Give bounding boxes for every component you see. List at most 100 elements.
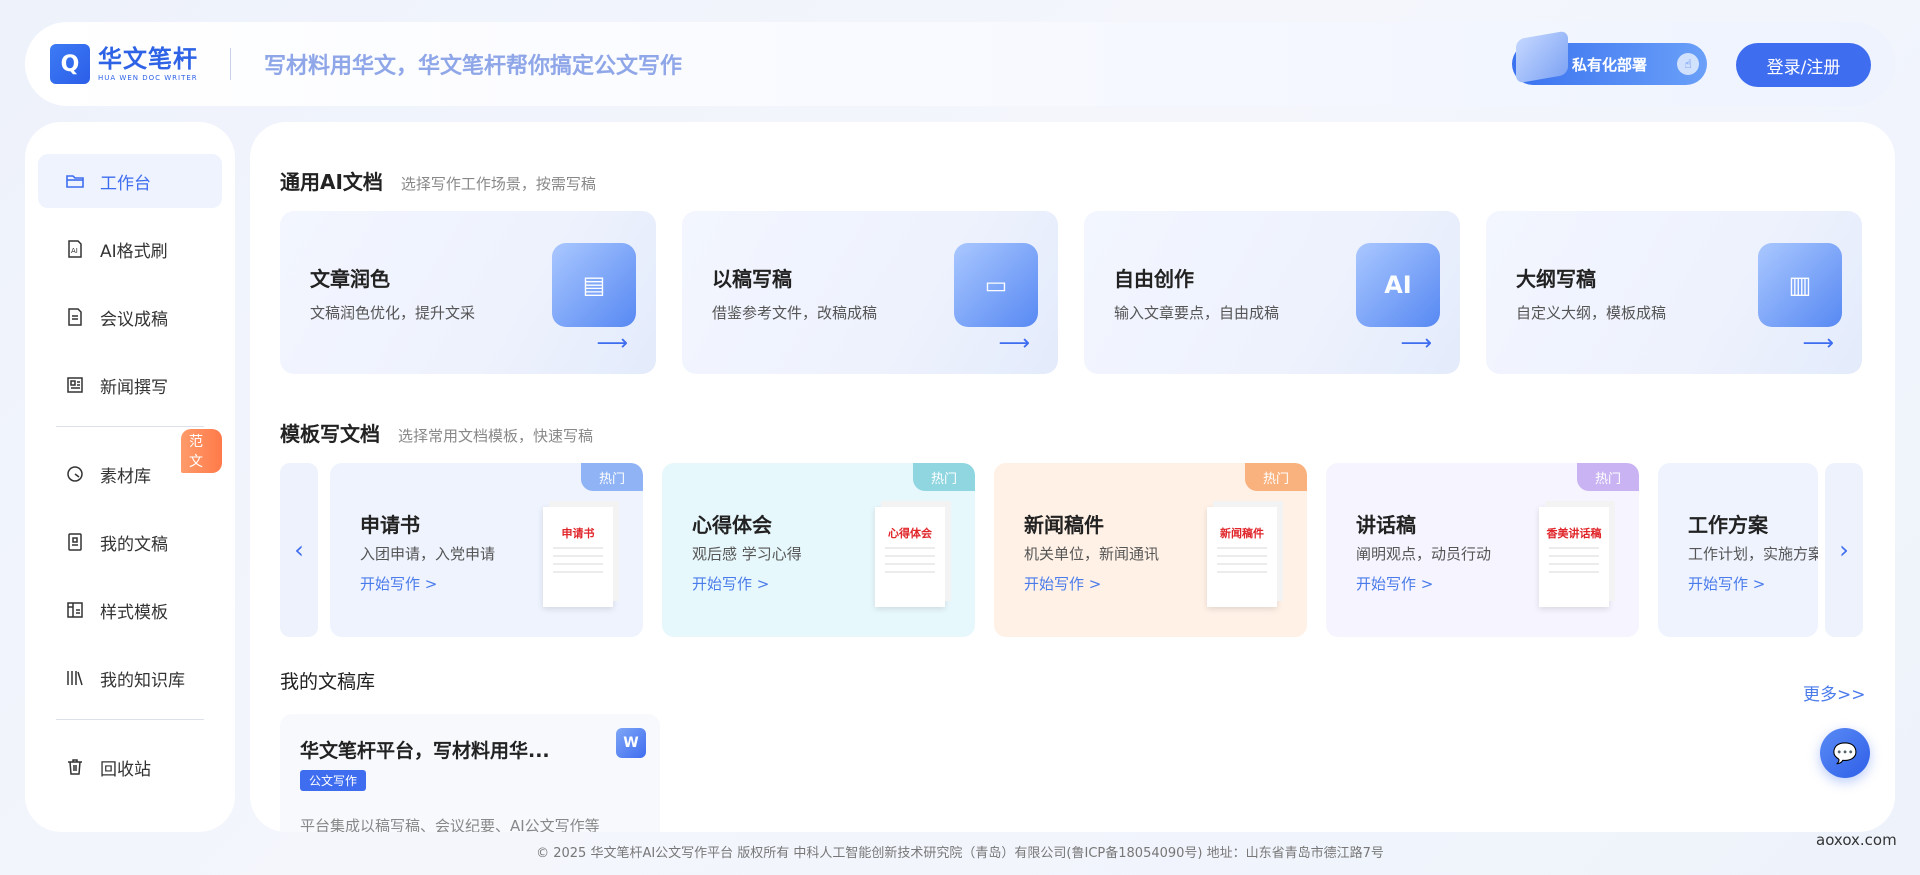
card-title: 文章润色 [310,267,390,291]
sidebar-item-workbench[interactable]: 工作台 [38,154,222,208]
document-tag: 公文写作 [300,770,367,791]
sidebar-item-news[interactable]: 新闻撰写 [38,358,222,412]
sidebar-item-meeting[interactable]: 会议成稿 [38,290,222,344]
doc-preview-title: 申请书 [561,527,595,540]
hot-badge: 热门 [1577,463,1639,491]
carousel-next-button[interactable]: › [1825,463,1863,637]
document-preview: 新闻稿件 [1207,507,1277,607]
hot-badge: 热门 [1245,463,1307,491]
arrow-right-icon: ⟶ [1400,331,1432,356]
template-icon [64,599,86,621]
doc-preview-title: 心得体会 [888,527,932,540]
carousel-prev-button[interactable]: ‹ [280,463,318,637]
document-icon [64,306,86,328]
sidebar-item-templates[interactable]: 样式模板 [38,583,222,637]
document-summary: 平台集成以稿写稿、会议纪要、AI公文写作等 [300,817,600,832]
login-register-button[interactable]: 登录/注册 [1736,43,1871,87]
sidebar-item-knowledge-base[interactable]: 我的知识库 [38,651,222,705]
watermark: aoxox.com [1816,831,1897,849]
laptop-illustration-icon: ▭ [954,243,1038,327]
template-card-reflection[interactable]: 热门 心得体会 观后感 学习心得 开始写作 > 心得体会 [662,463,975,637]
top-header: Q 华文笔杆 HUA WEN DOC WRITER 写材料用华文，华文笔杆帮你搞… [25,22,1895,106]
more-link[interactable]: 更多>> [1803,680,1866,705]
pointer-icon: ☝ [1677,53,1699,75]
card-free-writing[interactable]: 自由创作 输入文章要点，自由成稿 AI ⟶ [1084,211,1460,374]
sidebar-item-label: 回收站 [100,759,151,780]
card-desc: 借鉴参考文件，改稿成稿 [712,304,878,322]
chat-bubble-icon: 💬 [1832,741,1858,765]
template-desc: 机关单位，新闻通讯 [1024,545,1160,563]
footer-copyright: © 2025 华文笔杆AI公文写作平台 版权所有 中科人工智能创新技术研究院（青… [536,846,1384,861]
start-writing-link[interactable]: 开始写作 > [1688,573,1765,594]
start-writing-link[interactable]: 开始写作 > [1024,573,1101,594]
card-outline[interactable]: 大纲写稿 自定义大纲，模板成稿 ▥ ⟶ [1486,211,1862,374]
start-writing-link[interactable]: 开始写作 > [1356,573,1433,594]
section-subtitle: 选择常用文档模板，快速写稿 [398,427,594,445]
chevron-left-icon: ‹ [294,536,304,564]
template-title: 心得体会 [692,513,772,537]
sidebar-divider [56,719,204,720]
template-card-work-plan[interactable]: 工作方案 工作计划，实施方案 开始写作 > [1658,463,1818,637]
documents-illustration-icon: ▥ [1758,243,1842,327]
logo-name: 华文笔杆 [98,44,198,73]
sidebar-item-ai-format[interactable]: AI AI格式刷 [38,222,222,276]
template-title: 新闻稿件 [1024,513,1104,537]
trash-icon [64,756,86,778]
sidebar-item-label: AI格式刷 [100,241,168,262]
arrow-right-icon: ⟶ [998,331,1030,356]
card-title: 自由创作 [1114,267,1194,291]
header-divider [230,48,231,80]
template-card-application[interactable]: 热门 申请书 入团申请，入党申请 开始写作 > 申请书 [330,463,643,637]
template-title: 工作方案 [1688,513,1768,537]
card-title: 以稿写稿 [712,267,792,291]
template-title: 讲话稿 [1356,513,1416,537]
private-deploy-button[interactable]: 私有化部署 ☝ [1512,30,1707,85]
template-desc: 阐明观点，动员行动 [1356,545,1492,563]
start-writing-link[interactable]: 开始写作 > [360,573,437,594]
main-panel: 通用AI文档 选择写作工作场景，按需写稿 文章润色 文稿润色优化，提升文采 ▤ … [250,122,1895,832]
start-writing-link[interactable]: 开始写作 > [692,573,769,594]
sidebar-item-label: 会议成稿 [100,309,168,330]
section-title: 通用AI文档 [280,170,383,194]
logo[interactable]: Q 华文笔杆 HUA WEN DOC WRITER [50,44,198,84]
document-card[interactable]: 华文笔杆平台，写材料用华... 公文写作 W 平台集成以稿写稿、会议纪要、AI公… [280,714,660,832]
card-desc: 输入文章要点，自由成稿 [1114,304,1280,322]
sidebar-item-label: 我的知识库 [100,670,185,691]
chevron-right-icon: › [1839,536,1849,564]
card-polish[interactable]: 文章润色 文稿润色优化，提升文采 ▤ ⟶ [280,211,656,374]
server-icon [1516,30,1568,84]
sidebar-item-label: 新闻撰写 [100,377,168,398]
ai-doc-icon: AI [64,238,86,260]
notebook-icon [64,531,86,553]
books-icon [64,667,86,689]
document-title: 华文笔杆平台，写材料用华... [300,740,550,762]
template-card-news[interactable]: 热门 新闻稿件 机关单位，新闻通讯 开始写作 > 新闻稿件 [994,463,1307,637]
template-carousel: ‹ 热门 申请书 入团申请，入党申请 开始写作 > 申请书 热门 心得体会 观后… [280,463,1863,637]
chat-assistant-button[interactable]: 💬 [1820,728,1870,778]
arrow-right-icon: ⟶ [1802,331,1834,356]
sidebar-item-recycle-bin[interactable]: 回收站 [38,740,222,794]
svg-text:AI: AI [71,247,78,255]
sidebar-item-label: 我的文稿 [100,534,168,555]
card-rewrite[interactable]: 以稿写稿 借鉴参考文件，改稿成稿 ▭ ⟶ [682,211,1058,374]
sidebar-item-materials[interactable]: 素材库 范文 [38,429,222,501]
template-card-speech[interactable]: 热门 讲话稿 阐明观点，动员行动 开始写作 > 香美讲话稿 [1326,463,1639,637]
section-title: 模板写文档 [280,422,380,446]
sidebar-item-my-docs[interactable]: 我的文稿 [38,515,222,569]
card-desc: 自定义大纲，模板成稿 [1516,304,1667,322]
doc-preview-title: 香美讲话稿 [1546,527,1602,540]
card-desc: 文稿润色优化，提升文采 [310,304,476,322]
template-desc: 工作计划，实施方案 [1688,545,1818,563]
folder-icon [64,170,86,192]
news-icon [64,374,86,396]
library-title: 我的文稿库 [280,671,376,693]
hot-badge: 热门 [913,463,975,491]
template-title: 申请书 [360,513,420,537]
polish-illustration-icon: ▤ [552,243,636,327]
general-section-header: 通用AI文档 选择写作工作场景，按需写稿 [280,166,596,195]
card-title: 大纲写稿 [1516,267,1596,291]
hot-badge: 热门 [581,463,643,491]
document-preview: 香美讲话稿 [1539,507,1609,607]
word-file-icon: W [616,728,646,758]
logo-subtitle: HUA WEN DOC WRITER [98,73,198,82]
